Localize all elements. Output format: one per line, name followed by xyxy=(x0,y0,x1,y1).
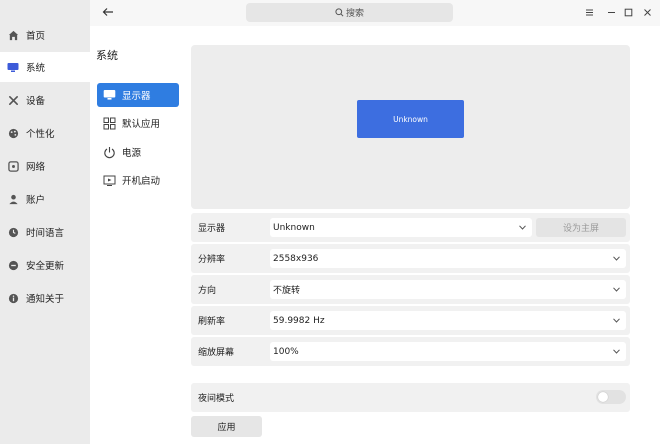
nav-item-label: 设备 xyxy=(26,96,46,107)
scale-select[interactable]: 100% xyxy=(270,342,626,361)
search-placeholder: 搜索 xyxy=(345,9,364,19)
nav-item-label: 首页 xyxy=(26,31,46,42)
nav-item-label: 通知关于 xyxy=(26,294,65,305)
refresh-rate-select-value: 59.9982 Hz xyxy=(273,315,325,326)
tools-icon xyxy=(7,94,19,106)
row-label: 刷新率 xyxy=(198,317,226,327)
monitor-arrangement-preview: Unknown xyxy=(191,45,630,209)
subpanel-item-label: 开机启动 xyxy=(122,176,161,187)
minimize-icon xyxy=(607,11,615,13)
search-icon xyxy=(335,8,344,17)
nav-item-system[interactable]: 系统 xyxy=(0,52,90,82)
home-icon xyxy=(7,29,19,41)
monitor-preview-label: Unknown xyxy=(393,114,428,124)
nav-item-label: 安全更新 xyxy=(26,261,65,272)
nav-item-label: 系统 xyxy=(26,63,46,74)
search-input[interactable]: 搜索 xyxy=(246,3,453,22)
resolution-select-value: 2558x936 xyxy=(273,253,319,264)
power-icon xyxy=(103,146,116,159)
subpanel-item-label: 默认应用 xyxy=(122,119,161,130)
subpanel-item-label: 电源 xyxy=(122,148,142,159)
monitor-icon xyxy=(7,61,19,73)
clock-icon xyxy=(7,226,19,238)
info-icon xyxy=(7,292,19,304)
scale-select-value: 100% xyxy=(273,346,299,357)
close-button[interactable] xyxy=(640,5,654,19)
maximize-icon xyxy=(624,8,632,16)
nav-item-network[interactable]: 网络 xyxy=(0,151,90,181)
subpanel-item-startup[interactable]: 开机启动 xyxy=(97,168,179,192)
subpanel-item-default-apps[interactable]: 默认应用 xyxy=(97,111,179,135)
system-subpanel: 系统 显示器 默认应用 电源 开机启动 xyxy=(90,26,182,444)
startup-icon xyxy=(103,174,116,187)
chevron-down-icon xyxy=(518,223,526,231)
nav-item-label: 账户 xyxy=(26,195,46,206)
minimize-button[interactable] xyxy=(604,5,618,19)
apps-grid-icon xyxy=(103,117,116,130)
row-resolution: 分辨率 2558x936 xyxy=(191,244,630,273)
chevron-down-icon xyxy=(612,316,620,324)
nav-item-time-language[interactable]: 时间语言 xyxy=(0,217,90,247)
subpanel-item-display[interactable]: 显示器 xyxy=(97,83,179,107)
row-label: 夜间模式 xyxy=(198,394,235,404)
nav-item-label: 网络 xyxy=(26,162,46,173)
nav-item-label: 个性化 xyxy=(26,129,55,140)
main-sidebar: 首页 系统 设备 个性化 网络 账户 时间语言 安全更新 通知关于 xyxy=(0,0,90,444)
apply-button[interactable]: 应用 xyxy=(191,416,262,437)
display-icon xyxy=(103,89,116,102)
nav-item-home[interactable]: 首页 xyxy=(0,20,90,50)
nav-item-notifications-about[interactable]: 通知关于 xyxy=(0,283,90,313)
menu-icon xyxy=(585,9,593,15)
monitor-select-value: Unknown xyxy=(273,222,315,233)
nav-item-accounts[interactable]: 账户 xyxy=(0,184,90,214)
nav-item-label: 时间语言 xyxy=(26,228,65,239)
orientation-select-value: 不旋转 xyxy=(273,286,301,296)
maximize-button[interactable] xyxy=(621,5,635,19)
subpanel-item-power[interactable]: 电源 xyxy=(97,140,179,164)
toggle-knob xyxy=(598,392,608,402)
monitor-preview-tile[interactable]: Unknown xyxy=(357,100,464,138)
chevron-down-icon xyxy=(612,347,620,355)
subpanel-title: 系统 xyxy=(96,49,118,62)
close-icon xyxy=(643,8,651,16)
monitor-select[interactable]: Unknown xyxy=(270,218,532,237)
network-icon xyxy=(7,160,19,172)
subpanel-item-label: 显示器 xyxy=(122,91,151,102)
row-refresh-rate: 刷新率 59.9982 Hz xyxy=(191,306,630,335)
set-primary-button[interactable]: 设为主屏 xyxy=(536,218,626,237)
menu-button[interactable] xyxy=(582,5,596,19)
row-label: 分辨率 xyxy=(198,255,226,265)
resolution-select[interactable]: 2558x936 xyxy=(270,249,626,268)
chevron-down-icon xyxy=(612,254,620,262)
row-label: 方向 xyxy=(198,286,217,296)
row-monitor: 显示器 Unknown 设为主屏 xyxy=(191,213,630,242)
nav-item-devices[interactable]: 设备 xyxy=(0,85,90,115)
display-settings-content: Unknown 显示器 Unknown 设为主屏 分辨率 2558x936 方向… xyxy=(182,26,660,444)
back-button[interactable] xyxy=(100,4,116,20)
shield-icon xyxy=(7,259,19,271)
row-night-mode: 夜间模式 xyxy=(191,383,630,412)
orientation-select[interactable]: 不旋转 xyxy=(270,280,626,299)
arrow-left-icon xyxy=(102,8,113,16)
row-orientation: 方向 不旋转 xyxy=(191,275,630,304)
row-label: 显示器 xyxy=(198,224,226,234)
palette-icon xyxy=(7,127,19,139)
chevron-down-icon xyxy=(612,285,620,293)
row-scale: 缩放屏幕 100% xyxy=(191,337,630,366)
row-label: 缩放屏幕 xyxy=(198,348,235,358)
nav-item-personalization[interactable]: 个性化 xyxy=(0,118,90,148)
user-icon xyxy=(7,193,19,205)
title-bar: 搜索 xyxy=(90,0,660,26)
nav-item-security-update[interactable]: 安全更新 xyxy=(0,250,90,280)
night-mode-toggle[interactable] xyxy=(596,390,626,404)
refresh-rate-select[interactable]: 59.9982 Hz xyxy=(270,311,626,330)
